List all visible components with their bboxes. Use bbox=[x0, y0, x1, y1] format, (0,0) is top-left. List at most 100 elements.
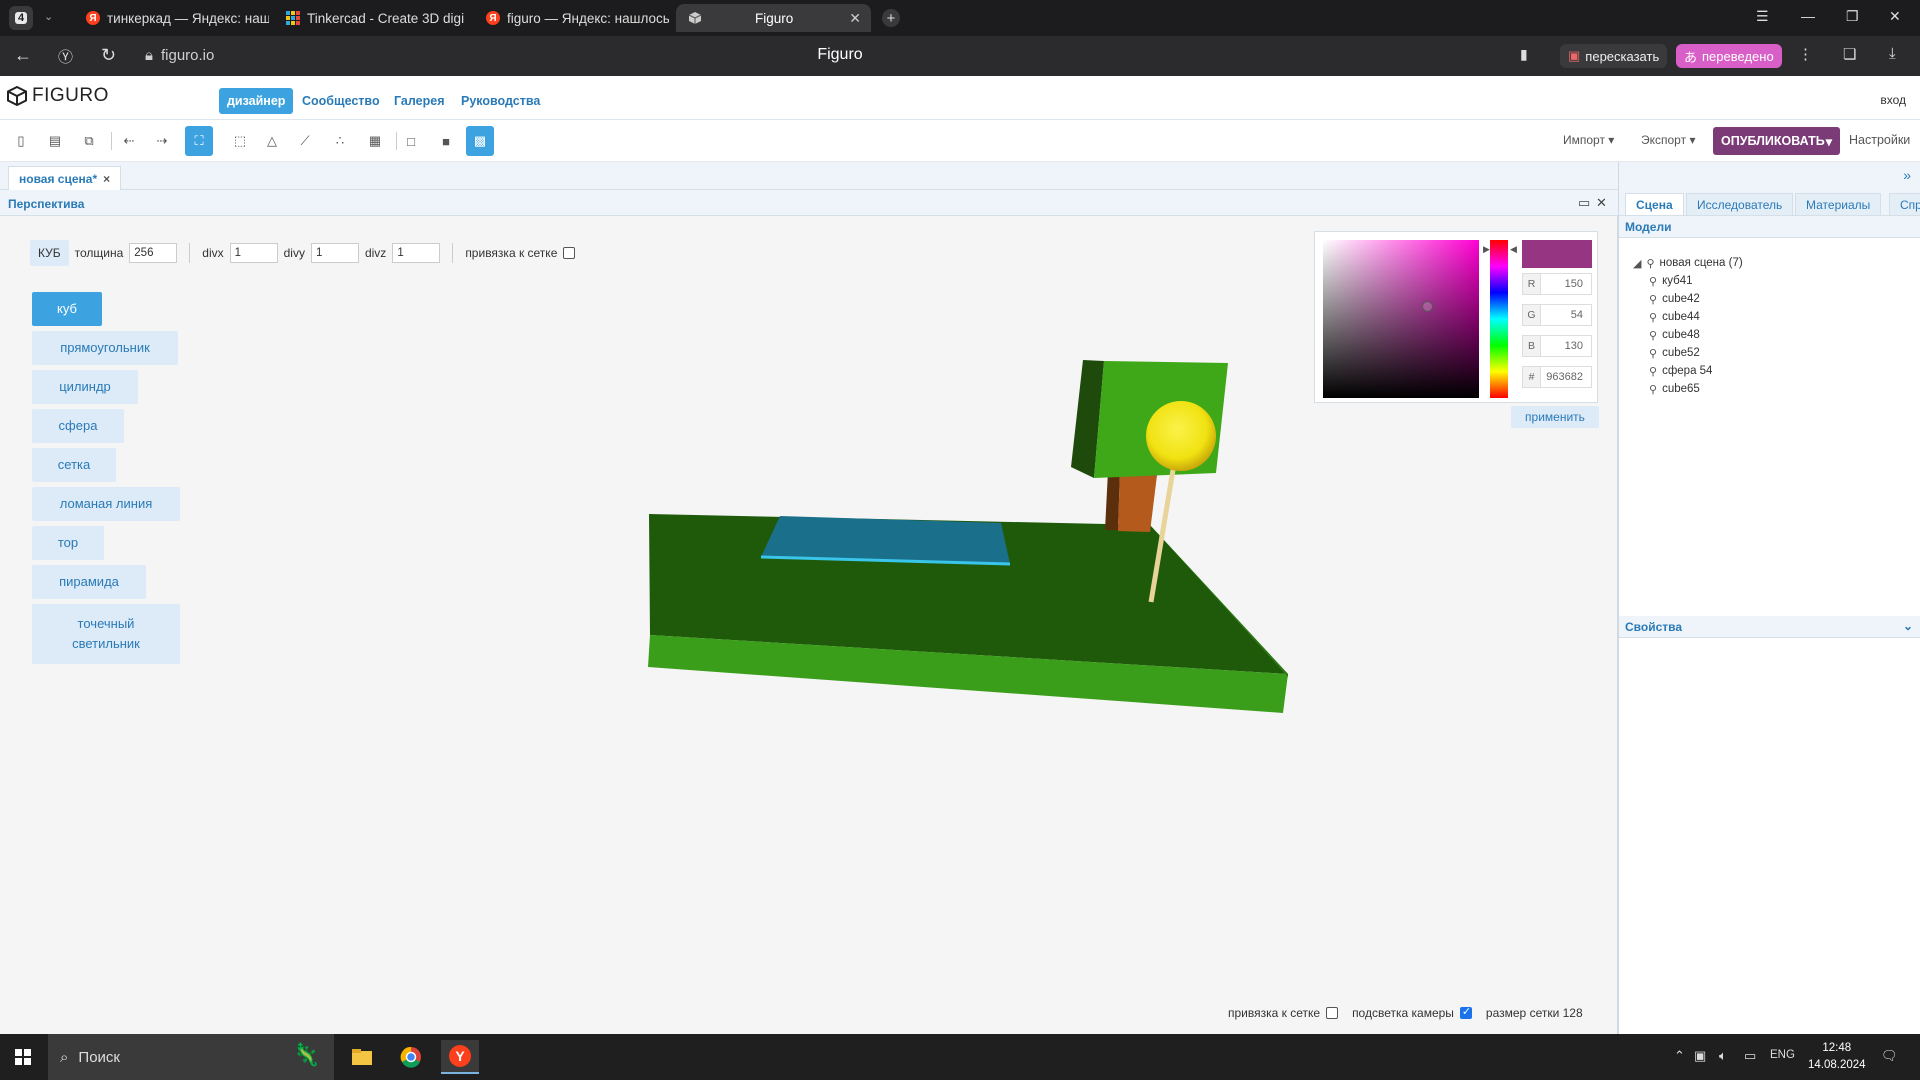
close-icon[interactable]: × bbox=[103, 172, 110, 186]
publish-button[interactable]: ОПУБЛИКОВАТЬ ▾ bbox=[1713, 127, 1840, 155]
tree-item[interactable]: ⚲ cube65 bbox=[1649, 380, 1743, 398]
color-cursor[interactable] bbox=[1422, 301, 1433, 312]
retell-button[interactable]: ▣ пересказать bbox=[1560, 44, 1668, 68]
tree-item[interactable]: ⚲ cube42 bbox=[1649, 290, 1743, 308]
window-close-icon[interactable]: ✕ bbox=[1889, 8, 1901, 25]
browser-tab[interactable]: Я figuro — Яндекс: нашлось bbox=[474, 4, 669, 32]
face-mode-icon[interactable]: △ bbox=[258, 126, 286, 156]
footer-snap-checkbox[interactable] bbox=[1326, 1007, 1339, 1019]
bookmark-icon[interactable]: ▮ bbox=[1520, 46, 1528, 63]
shape-pyramid-button[interactable]: пирамида bbox=[32, 565, 146, 599]
browser-tab[interactable]: Tinkercad - Create 3D digi bbox=[274, 4, 469, 32]
new-file-icon[interactable]: ▯ bbox=[7, 126, 35, 156]
save-icon[interactable]: ▤ bbox=[41, 126, 69, 156]
tab-count-button[interactable]: 4 bbox=[9, 6, 33, 30]
red-value[interactable]: 150 bbox=[1541, 278, 1591, 290]
export-menu[interactable]: Экспорт ▾ bbox=[1641, 133, 1695, 147]
tree-item[interactable]: ⚲ куб41 bbox=[1649, 272, 1743, 290]
blue-value[interactable]: 130 bbox=[1541, 340, 1591, 352]
new-tab-button[interactable]: + bbox=[882, 9, 900, 27]
doc-tab[interactable]: новая сцена* × bbox=[8, 166, 122, 190]
redo-icon[interactable]: ⇢ bbox=[148, 126, 176, 156]
textured-icon[interactable]: ▩ bbox=[466, 126, 494, 156]
hue-slider[interactable] bbox=[1490, 240, 1508, 398]
wireframe-icon[interactable]: □ bbox=[397, 126, 425, 156]
minimize-icon[interactable]: — bbox=[1801, 8, 1815, 24]
save-as-icon[interactable]: ⧉ bbox=[75, 126, 103, 156]
shape-point-light-button[interactable]: точечный светильник bbox=[32, 604, 180, 664]
shape-sphere-button[interactable]: сфера bbox=[32, 409, 124, 443]
browser-tab-active[interactable]: Figuro ✕ bbox=[676, 4, 871, 32]
network-icon[interactable]: ▭ bbox=[1744, 1048, 1756, 1064]
chrome-icon[interactable] bbox=[392, 1040, 430, 1074]
yandex-browser-icon[interactable]: Y bbox=[441, 1040, 479, 1074]
triangle-down-icon[interactable]: ◢ bbox=[1633, 257, 1641, 270]
undo-icon[interactable]: ⇠ bbox=[115, 126, 143, 156]
file-explorer-icon[interactable] bbox=[343, 1040, 381, 1074]
shape-cube-button[interactable]: куб bbox=[32, 292, 102, 326]
browser-tab[interactable]: Я тинкеркад — Яндекс: наш bbox=[74, 4, 269, 32]
shape-torus-button[interactable]: тор bbox=[32, 526, 104, 560]
shape-polyline-button[interactable]: ломаная линия bbox=[32, 487, 180, 521]
more-icon[interactable]: ⋮ bbox=[1798, 45, 1813, 63]
notifications-icon[interactable]: 🗨︎ bbox=[1881, 1048, 1898, 1064]
chevron-up-icon[interactable]: ⌃ bbox=[1674, 1048, 1685, 1064]
language-indicator[interactable]: ENG bbox=[1770, 1049, 1795, 1061]
tree-item[interactable]: ⚲ cube44 bbox=[1649, 308, 1743, 326]
hex-field[interactable]: #963682 bbox=[1522, 366, 1592, 388]
shape-rectangle-button[interactable]: прямоугольник bbox=[32, 331, 178, 365]
menu-icon[interactable]: ☰ bbox=[1756, 8, 1769, 25]
saturation-value-area[interactable] bbox=[1323, 240, 1479, 398]
blue-field[interactable]: B 130 bbox=[1522, 335, 1592, 357]
nav-designer[interactable]: дизайнер bbox=[219, 88, 294, 114]
divy-input[interactable] bbox=[310, 243, 359, 263]
windows-start-icon[interactable] bbox=[15, 1049, 31, 1065]
translated-button[interactable]: あ переведено bbox=[1676, 44, 1782, 68]
object-mode-icon[interactable]: ⬚ bbox=[226, 126, 254, 156]
figuro-logo[interactable]: FIGURO bbox=[6, 85, 109, 107]
shape-cylinder-button[interactable]: цилиндр bbox=[32, 370, 138, 404]
tree-item[interactable]: ⚲ cube48 bbox=[1649, 326, 1743, 344]
chevron-down-icon[interactable]: ⌄ bbox=[1903, 619, 1913, 633]
meet-icon[interactable]: ▣ bbox=[1694, 1048, 1706, 1064]
clock[interactable]: 12:48 14.08.2024 bbox=[1808, 1040, 1866, 1074]
chevron-down-icon[interactable]: ⌄ bbox=[44, 10, 53, 23]
select-mode-icon[interactable]: ⛶ bbox=[185, 126, 213, 156]
camera-light-checkbox[interactable] bbox=[1459, 1005, 1472, 1019]
volume-icon[interactable]: 🔈︎ bbox=[1719, 1048, 1727, 1064]
tab-help[interactable]: Спр bbox=[1889, 193, 1920, 215]
thickness-input[interactable] bbox=[129, 243, 178, 263]
tree-root[interactable]: ◢ ⚲ новая сцена (7) bbox=[1633, 254, 1743, 272]
solid-icon[interactable]: ■ bbox=[432, 126, 460, 156]
apply-color-button[interactable]: применить bbox=[1511, 406, 1599, 428]
divx-input[interactable] bbox=[229, 243, 278, 263]
close-icon[interactable]: ✕ bbox=[849, 10, 861, 27]
edge-mode-icon[interactable]: ⟋ bbox=[291, 126, 319, 156]
tree-item[interactable]: ⚲ cube52 bbox=[1649, 344, 1743, 362]
restore-icon[interactable]: ❐ bbox=[1846, 8, 1859, 25]
grid-mode-icon[interactable]: ▦ bbox=[361, 126, 389, 156]
nav-community[interactable]: Сообщество bbox=[294, 88, 388, 114]
shape-mesh-button[interactable]: сетка bbox=[32, 448, 116, 482]
collections-icon[interactable]: ❏ bbox=[1843, 45, 1856, 63]
taskbar-search[interactable]: ⌕ Поиск 🦎 bbox=[48, 1034, 334, 1080]
green-value[interactable]: 54 bbox=[1541, 309, 1591, 321]
green-field[interactable]: G 54 bbox=[1522, 304, 1592, 326]
login-link[interactable]: вход bbox=[1880, 93, 1906, 107]
sun-sphere[interactable] bbox=[1146, 401, 1216, 471]
tab-scene[interactable]: Сцена bbox=[1625, 193, 1684, 215]
settings-link[interactable]: Настройки bbox=[1849, 133, 1910, 147]
nav-guides[interactable]: Руководства bbox=[453, 88, 548, 114]
tab-materials[interactable]: Материалы bbox=[1795, 193, 1882, 215]
snap-checkbox[interactable] bbox=[563, 247, 576, 259]
tree-item[interactable]: ⚲ сфера 54 bbox=[1649, 362, 1743, 380]
red-field[interactable]: R 150 bbox=[1522, 273, 1592, 295]
vertex-mode-icon[interactable]: ∴ bbox=[326, 126, 354, 156]
double-chevron-right-icon[interactable]: » bbox=[1903, 167, 1911, 183]
hex-value[interactable]: 963682 bbox=[1541, 371, 1591, 383]
downloads-icon[interactable]: ⤓ bbox=[1889, 45, 1896, 62]
import-menu[interactable]: Импорт ▾ bbox=[1563, 133, 1614, 147]
tab-explorer[interactable]: Исследователь bbox=[1686, 193, 1794, 215]
nav-gallery[interactable]: Галерея bbox=[386, 88, 452, 114]
divz-input[interactable] bbox=[392, 243, 441, 263]
